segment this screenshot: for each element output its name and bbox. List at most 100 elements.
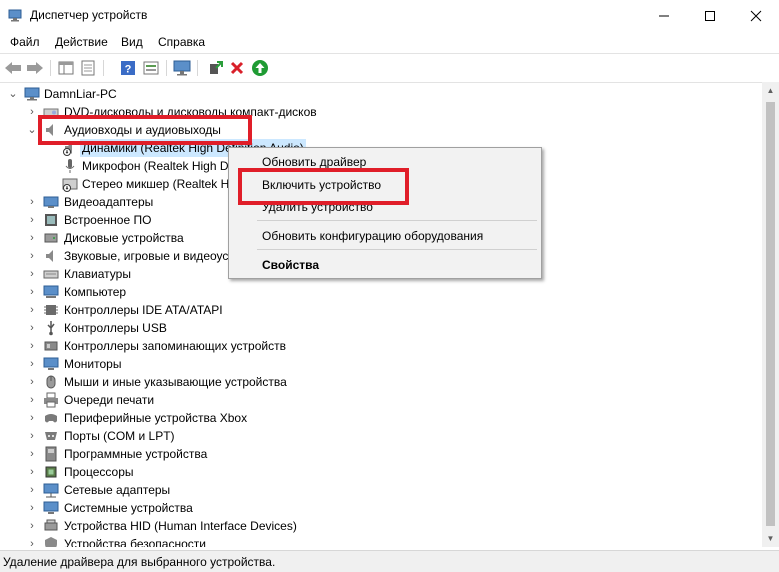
title-bar: Диспетчер устройств [0,0,779,31]
tree-root[interactable]: ⌄ DamnLiar-PC [0,85,760,103]
minimize-button[interactable] [641,0,687,31]
tree-category-software-devices[interactable]: › Программные устройства [0,445,760,463]
resources-button[interactable] [141,58,161,78]
remove-device-button[interactable] [227,58,247,78]
menu-separator [257,220,537,221]
scan-hardware-button[interactable] [172,58,192,78]
chevron-right-icon[interactable]: › [26,518,38,534]
menu-help[interactable]: Справка [158,35,205,49]
close-icon [750,10,762,21]
storage-controller-icon [44,341,58,351]
chevron-right-icon[interactable]: › [26,356,38,372]
vertical-scrollbar[interactable]: ▲ ▼ [762,82,779,547]
computer-root-icon [24,87,40,101]
highlight-box-audio [38,115,252,145]
tree-category-xbox[interactable]: › Периферийные устройства Xbox [0,409,760,427]
scroll-thumb[interactable] [766,102,775,526]
tree-item-label: Микрофон (Realtek High D [82,159,229,173]
tree-item-label: Контроллеры IDE ATA/ATAPI [64,303,223,317]
close-button[interactable] [733,0,779,31]
chevron-right-icon[interactable]: › [26,104,38,120]
tree-category-processors[interactable]: › Процессоры [0,463,760,481]
chevron-right-icon[interactable]: › [26,302,38,318]
chevron-right-icon[interactable]: › [26,464,38,480]
chevron-right-icon[interactable]: › [26,212,38,228]
tree-category-storage-controllers[interactable]: › Контроллеры запоминающих устройств [0,337,760,355]
security-device-icon [45,537,57,547]
menu-file[interactable]: Файл [10,35,40,49]
tree-item-label: Системные устройства [64,501,193,515]
tree-category-ports[interactable]: › Порты (COM и LPT) [0,427,760,445]
mouse-icon [46,375,56,389]
chevron-right-icon[interactable]: › [26,482,38,498]
window-title: Диспетчер устройств [30,8,148,22]
menu-item-update-driver[interactable]: Обновить драйвер [262,155,366,169]
chevron-right-icon[interactable]: › [26,500,38,516]
menu-item-scan-hardware[interactable]: Обновить конфигурацию оборудования [262,229,483,243]
minimize-icon [659,15,669,16]
forward-arrow-icon [27,62,43,74]
chevron-right-icon[interactable]: › [26,248,38,264]
toolbar-separator [197,60,198,76]
printer-icon [44,392,58,408]
tree-category-computer[interactable]: › Компьютер [0,283,760,301]
tree-category-system-devices[interactable]: › Системные устройства [0,499,760,517]
tree-item-label: Контроллеры USB [64,321,167,335]
tree-item-label: Программные устройства [64,447,208,461]
view-button[interactable] [56,58,76,78]
keyboard-icon [43,270,59,279]
menu-action[interactable]: Действие [55,35,108,49]
menu-view[interactable]: Вид [121,35,143,49]
maximize-button[interactable] [687,0,733,31]
chevron-right-icon[interactable]: › [26,230,38,246]
chevron-down-icon[interactable]: ⌄ [7,86,19,102]
usb-icon [47,321,55,336]
scan-hardware-icon [173,60,191,76]
tree-category-mice[interactable]: › Мыши и иные указывающие устройства [0,373,760,391]
help-button[interactable]: ? [118,58,138,78]
tree-category-network-adapters[interactable]: › Сетевые адаптеры [0,481,760,499]
chevron-right-icon[interactable]: › [26,428,38,444]
enable-device-icon [252,60,268,76]
chevron-right-icon[interactable]: › [26,446,38,462]
chevron-right-icon[interactable]: › [26,266,38,282]
tree-item-label: Мониторы [64,357,122,371]
tree-item-label: Порты (COM и LPT) [64,429,175,443]
chevron-right-icon[interactable]: › [26,410,38,426]
forward-button[interactable] [25,58,45,78]
update-driver-icon [210,61,223,74]
properties-button[interactable] [78,58,98,78]
chevron-right-icon[interactable]: › [26,374,38,390]
disk-drive-icon [44,233,58,243]
sound-icon [46,250,53,262]
scroll-down-icon[interactable]: ▼ [762,530,779,547]
chevron-right-icon[interactable]: › [26,194,38,210]
tree-category-hid[interactable]: › Устройства HID (Human Interface Device… [0,517,760,535]
tree-category-monitors[interactable]: › Мониторы [0,355,760,373]
tree-category-print-queues[interactable]: › Очереди печати [0,391,760,409]
update-driver-button[interactable] [205,58,225,78]
chevron-right-icon[interactable]: › [26,320,38,336]
chevron-right-icon[interactable]: › [26,536,38,547]
menu-separator [257,249,537,250]
tree-item-label: Устройства безопасности [64,537,206,547]
chevron-down-icon[interactable]: ⌄ [26,122,38,138]
menu-item-properties[interactable]: Свойства [262,258,319,272]
monitor-icon [43,357,59,370]
tree-category-usb[interactable]: › Контроллеры USB [0,319,760,337]
system-device-icon [43,501,59,514]
tree-item-label: Мыши и иные указывающие устройства [64,375,287,389]
chevron-right-icon[interactable]: › [26,392,38,408]
back-button[interactable] [3,58,23,78]
display-adapter-icon [43,196,59,208]
tree-item-label: Компьютер [64,285,127,299]
toolbar-separator [103,60,104,76]
chevron-right-icon[interactable]: › [26,338,38,354]
tree-item-label: Видеоадаптеры [64,195,154,209]
tree-item-label: Звуковые, игровые и видеоус [64,249,229,263]
tree-category-security-devices[interactable]: › Устройства безопасности [0,535,760,547]
scroll-up-icon[interactable]: ▲ [762,82,779,99]
enable-device-button[interactable] [250,58,270,78]
tree-category-ide[interactable]: › Контроллеры IDE ATA/ATAPI [0,301,760,319]
chevron-right-icon[interactable]: › [26,284,38,300]
